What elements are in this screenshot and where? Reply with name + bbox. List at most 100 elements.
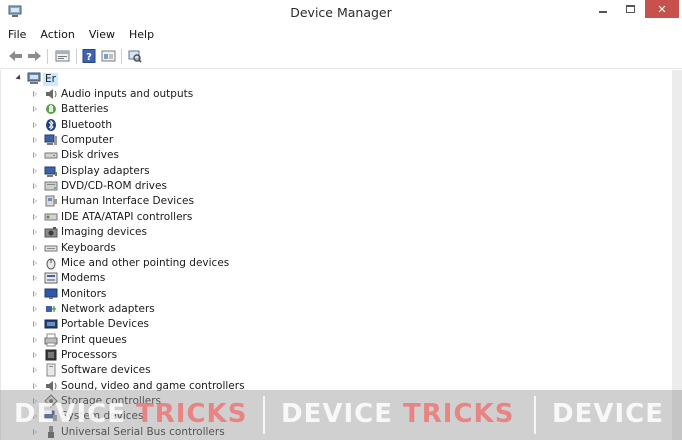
toolbar-separator [47,49,48,64]
expand-arrow-icon[interactable] [33,244,37,251]
back-arrow-icon[interactable] [8,49,23,63]
tree-item-label: Modems [61,272,106,285]
hid-icon [45,195,57,207]
expand-arrow-icon[interactable] [33,152,37,159]
keyboard-icon [44,245,58,251]
expand-arrow-icon[interactable] [33,167,37,174]
scan-hardware-icon[interactable] [127,49,142,63]
tree-item[interactable]: Audio inputs and outputs [1,87,401,102]
tree-item-label: Audio inputs and outputs [61,88,194,100]
expand-arrow-icon[interactable] [33,183,37,190]
tree-item[interactable]: Software devices [1,363,401,378]
ide-controller-icon [44,213,58,221]
printer-icon [44,333,58,347]
maximize-button[interactable] [617,0,643,18]
tree-item-label: Human Interface Devices [61,195,194,208]
tree-item-label: IDE ATA/ATAPI controllers [61,210,193,223]
expand-arrow-icon[interactable] [33,290,37,297]
tree-item[interactable]: Display adapters [1,164,401,179]
vertical-scrollbar[interactable] [672,70,682,440]
camera-icon [44,227,58,238]
monitor-icon [44,288,58,299]
computer-root-icon [27,72,41,84]
speaker-icon [46,89,57,99]
collapse-arrow-icon[interactable] [15,74,23,82]
expand-arrow-icon[interactable] [33,336,37,343]
minimize-icon [599,11,607,13]
tree-item-label: Software devices [61,364,151,377]
expand-arrow-icon[interactable] [33,382,37,389]
maximize-icon [625,5,635,13]
expand-arrow-icon[interactable] [33,259,37,266]
bluetooth-icon [46,118,56,131]
expand-arrow-icon[interactable] [33,121,37,128]
processor-icon [45,349,57,361]
device-tree[interactable]: Er Audio inputs and outputs Batteries Blue… [0,70,672,440]
portable-device-icon [44,319,58,329]
battery-icon [46,104,56,115]
forward-arrow-icon[interactable] [27,49,42,63]
tree-item[interactable]: Processors [1,348,401,363]
expand-arrow-icon[interactable] [33,91,37,97]
watermark-separator [263,396,265,434]
software-device-icon [46,363,56,377]
tree-item-label: Bluetooth [61,118,112,131]
tree-item-label: Portable Devices [61,318,150,331]
tree-root-node[interactable]: Er [1,72,301,87]
expand-arrow-icon[interactable] [33,275,37,282]
tree-item-label: Monitors [61,287,107,300]
modem-icon [44,272,58,284]
expand-arrow-icon[interactable] [33,351,37,358]
tree-item[interactable]: Disk drives [1,148,401,163]
tree-item-label: DVD/CD-ROM drives [61,180,167,193]
menu-action[interactable]: Action [33,25,81,44]
minimize-button[interactable] [590,0,616,18]
tree-item[interactable]: Bluetooth [1,118,401,133]
tree-item-label: Batteries [61,103,109,116]
toolbar-separator [121,49,122,64]
tree-item[interactable]: Human Interface Devices [1,194,401,209]
tree-item[interactable]: DVD/CD-ROM drives [1,179,401,194]
window-title: Device Manager [290,5,392,20]
tree-item[interactable]: Computer [1,133,401,148]
tree-item-label: Keyboards [61,241,116,254]
tree-item-label: Mice and other pointing devices [61,256,230,269]
watermark-text: DEVICE TRICKS [281,399,515,429]
display-adapter-icon [44,166,57,177]
title-bar: Device Manager ✕ [0,0,682,24]
svg-text:?: ? [86,52,92,63]
watermark-separator [534,396,536,434]
expand-arrow-icon[interactable] [33,321,37,328]
close-button[interactable]: ✕ [645,0,679,18]
tree-item[interactable]: IDE ATA/ATAPI controllers [1,210,401,225]
view-icon[interactable] [101,49,116,63]
tree-item-label: Disk drives [61,149,119,162]
tree-item-label: Computer [61,134,114,147]
mouse-icon [46,258,56,270]
menu-help[interactable]: Help [122,25,161,44]
tree-item-label: Processors [61,348,118,361]
watermark-banner: DEVICE TRICKS DEVICE TRICKS DEVICE [0,390,682,440]
tree-item[interactable]: Network adapters [1,302,401,317]
expand-arrow-icon[interactable] [33,137,37,144]
expand-arrow-icon[interactable] [33,213,37,220]
tree-item[interactable]: Imaging devices [1,225,401,240]
properties-icon[interactable] [55,49,70,63]
help-icon[interactable]: ? [82,49,97,63]
expand-arrow-icon[interactable] [33,106,37,113]
expand-arrow-icon[interactable] [33,367,37,374]
tree-item[interactable]: Modems [1,271,401,286]
tree-item[interactable]: Mice and other pointing devices [1,256,401,271]
expand-arrow-icon[interactable] [33,229,37,236]
tree-item[interactable]: Portable Devices [1,317,401,332]
menu-file[interactable]: File [0,25,33,44]
tree-item[interactable]: Monitors [1,287,401,302]
close-icon: ✕ [657,2,667,16]
expand-arrow-icon[interactable] [33,305,37,312]
tree-item-label: Imaging devices [61,226,147,239]
expand-arrow-icon[interactable] [33,198,37,205]
tree-item[interactable]: Print queues [1,333,401,348]
tree-item[interactable]: Keyboards [1,241,401,256]
tree-item[interactable]: Batteries [1,102,401,117]
menu-view[interactable]: View [82,25,122,44]
